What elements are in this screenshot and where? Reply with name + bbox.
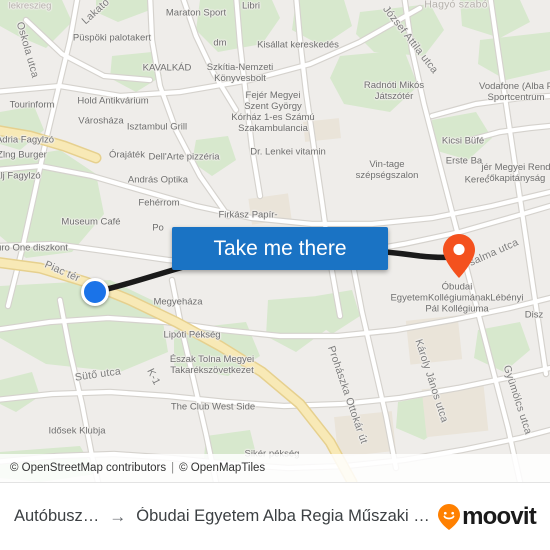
take-me-there-label: Take me there xyxy=(213,236,347,260)
map-attribution: © OpenStreetMap contributors | © OpenMap… xyxy=(0,454,550,482)
moovit-logo[interactable]: moovit xyxy=(438,502,537,531)
take-me-there-button[interactable]: Take me there xyxy=(172,227,388,270)
route-bottom-bar: Autóbusz… → Óbudai Egyetem Alba Regia Mű… xyxy=(0,482,550,550)
map-screen: Oskola utca Lakato Piac tér Sütő utca K-1 Józ… xyxy=(0,0,550,550)
map-canvas[interactable]: Oskola utca Lakato Piac tér Sütő utca K-1 Józ… xyxy=(0,0,550,482)
route-summary[interactable]: Autóbusz… → Óbudai Egyetem Alba Regia Mű… xyxy=(14,507,430,527)
route-destination-label: Óbudai Egyetem Alba Regia Műszaki … xyxy=(136,507,430,525)
moovit-wordmark: moovit xyxy=(462,502,537,530)
destination-pin[interactable] xyxy=(443,234,475,278)
osm-attribution-link[interactable]: © OpenStreetMap contributors xyxy=(10,462,166,474)
moovit-pin-icon xyxy=(438,503,461,530)
attribution-separator: | xyxy=(171,462,175,474)
openmaptiles-attribution-link[interactable]: © OpenMapTiles xyxy=(179,462,265,474)
route-origin-label: Autóbusz… xyxy=(14,507,100,525)
arrow-right-icon: → xyxy=(109,506,127,526)
current-location-dot[interactable] xyxy=(81,278,109,306)
